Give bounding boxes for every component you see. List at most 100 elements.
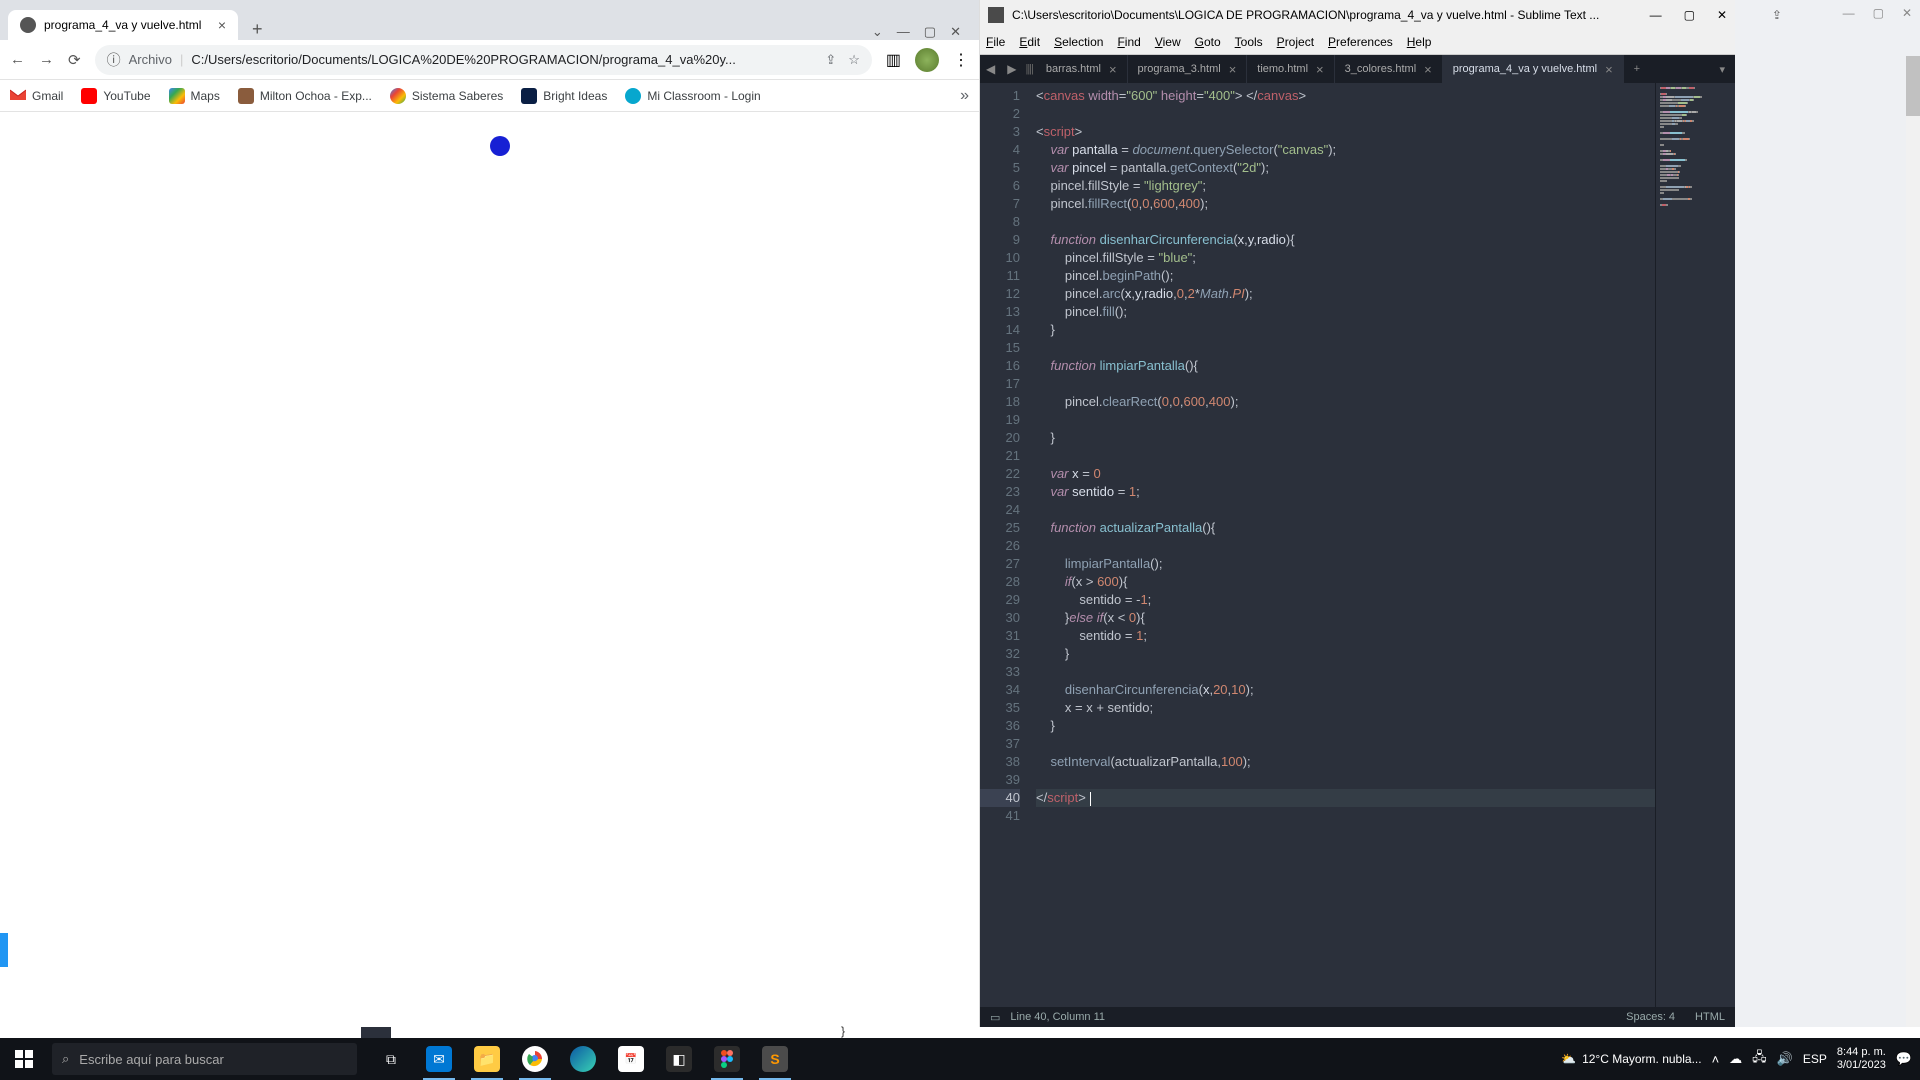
menu-project[interactable]: Project — [1277, 35, 1314, 49]
taskbar-search[interactable]: ⌕ Escribe aquí para buscar — [52, 1043, 357, 1075]
close-icon[interactable]: ✕ — [950, 24, 961, 40]
reload-button[interactable]: ⟳ — [68, 51, 81, 69]
star-icon[interactable]: ☆ — [848, 52, 860, 68]
maximize-icon[interactable]: ▢ — [1873, 6, 1884, 20]
tray-overflow-icon[interactable]: ˄ — [1712, 1052, 1720, 1067]
new-tab-button[interactable]: + — [1624, 63, 1650, 75]
profile-avatar[interactable] — [915, 48, 939, 72]
notifications-icon[interactable]: 💬 — [1896, 1051, 1912, 1067]
bookmarks-overflow-icon[interactable]: » — [960, 87, 969, 105]
start-button[interactable] — [0, 1038, 48, 1080]
sublime-logo-icon — [988, 7, 1004, 23]
tab-close-icon[interactable]: × — [1605, 62, 1613, 77]
status-panel-icon[interactable]: ▭ — [990, 1011, 1000, 1024]
weather-widget[interactable]: ⛅ 12°C Mayorm. nubla... — [1561, 1052, 1701, 1066]
taskbar-sublime[interactable]: S — [751, 1038, 799, 1080]
editor-tab[interactable]: barras.html× — [1036, 55, 1128, 83]
minimize-icon[interactable]: — — [897, 24, 910, 40]
bookmarks-bar: Gmail YouTube Maps Milton Ochoa - Exp...… — [0, 80, 979, 112]
chrome-window: programa_4_va y vuelve.html × + ⌄ — ▢ ✕ … — [0, 0, 980, 1027]
taskbar-explorer[interactable]: 📁 — [463, 1038, 511, 1080]
volume-icon[interactable]: 🔊 — [1777, 1051, 1793, 1067]
tab-nav-fwd-icon[interactable]: ▶ — [1001, 62, 1022, 76]
editor-tab[interactable]: programa_3.html× — [1128, 55, 1248, 83]
back-button[interactable]: ← — [10, 51, 25, 68]
sublime-titlebar: C:\Users\escritorio\Documents\LOGICA DE … — [980, 0, 1735, 30]
editor-tab[interactable]: tiemo.html× — [1247, 55, 1334, 83]
minimap[interactable] — [1655, 83, 1735, 1007]
menu-file[interactable]: File — [986, 35, 1005, 49]
weather-icon: ⛅ — [1561, 1052, 1576, 1066]
sublime-window: C:\Users\escritorio\Documents\LOGICA DE … — [980, 0, 1735, 1027]
new-tab-button[interactable]: + — [246, 19, 269, 40]
tab-nav-back-icon[interactable]: ◀ — [980, 62, 1001, 76]
tab-close-icon[interactable]: × — [1229, 62, 1237, 77]
taskbar-mail[interactable]: ✉ — [415, 1038, 463, 1080]
bookmark-sistema[interactable]: Sistema Saberes — [390, 88, 503, 104]
forward-button[interactable]: → — [39, 51, 54, 68]
bookmark-milton[interactable]: Milton Ochoa - Exp... — [238, 88, 372, 104]
sublime-title: C:\Users\escritorio\Documents\LOGICA DE … — [1012, 8, 1599, 22]
bookmark-youtube[interactable]: YouTube — [81, 88, 150, 104]
scrollbar[interactable] — [1906, 56, 1920, 1027]
menu-view[interactable]: View — [1155, 35, 1181, 49]
menu-goto[interactable]: Goto — [1195, 35, 1221, 49]
close-icon[interactable]: ✕ — [1717, 8, 1727, 22]
chevron-down-icon[interactable]: ⌄ — [872, 24, 883, 40]
tab-close-icon[interactable]: × — [218, 17, 226, 33]
tab-favicon-icon — [20, 17, 36, 33]
menu-help[interactable]: Help — [1407, 35, 1432, 49]
chrome-toolbar: ← → ⟳ ⓘ Archivo | C:/Users/escritorio/Do… — [0, 40, 979, 80]
tab-close-icon[interactable]: × — [1316, 62, 1324, 77]
bookmark-classroom[interactable]: Mi Classroom - Login — [625, 88, 760, 104]
menu-find[interactable]: Find — [1117, 35, 1140, 49]
taskbar-app[interactable]: ◧ — [655, 1038, 703, 1080]
tab-close-icon[interactable]: × — [1424, 62, 1432, 77]
code-area[interactable]: <canvas width="600" height="400"> </canv… — [1028, 83, 1655, 1007]
language-indicator[interactable]: ESP — [1803, 1052, 1827, 1066]
sublime-menubar: File Edit Selection Find View Goto Tools Projec… — [980, 30, 1735, 55]
maximize-icon[interactable]: ▢ — [1684, 8, 1695, 22]
tab-columns-icon[interactable]: |||| — [1022, 63, 1035, 75]
sublime-editor: 1234567891011121314151617181920212223242… — [980, 83, 1735, 1007]
tab-close-icon[interactable]: × — [1109, 62, 1117, 77]
menu-preferences[interactable]: Preferences — [1328, 35, 1393, 49]
onedrive-icon[interactable]: ☁ — [1729, 1051, 1742, 1067]
addr-scheme: Archivo — [129, 52, 172, 67]
address-bar[interactable]: ⓘ Archivo | C:/Users/escritorio/Document… — [95, 45, 872, 75]
taskbar-chrome[interactable] — [511, 1038, 559, 1080]
minimize-icon[interactable]: — — [1650, 8, 1662, 22]
menu-icon[interactable]: ⋮ — [953, 50, 969, 70]
share-icon[interactable]: ⇪ — [825, 52, 836, 68]
menu-edit[interactable]: Edit — [1019, 35, 1040, 49]
editor-tab[interactable]: programa_4_va y vuelve.html× — [1443, 55, 1624, 83]
line-gutter[interactable]: 1234567891011121314151617181920212223242… — [980, 83, 1028, 1007]
background-window: ⇪ ☆ ▥ ⋮ — ▢ ✕ — [1735, 0, 1920, 1027]
taskbar-figma[interactable] — [703, 1038, 751, 1080]
taskbar-calendar[interactable]: 📅 — [607, 1038, 655, 1080]
sublime-tabbar: ◀ ▶ |||| barras.html×programa_3.html×tie… — [980, 55, 1735, 83]
background-editor-strip: } — [361, 1027, 1341, 1038]
editor-tab[interactable]: 3_colores.html× — [1335, 55, 1443, 83]
chrome-tab-active[interactable]: programa_4_va y vuelve.html × — [8, 10, 238, 40]
status-syntax[interactable]: HTML — [1695, 1011, 1725, 1023]
maximize-icon[interactable]: ▢ — [924, 24, 936, 40]
sidepanel-icon[interactable]: ▥ — [886, 50, 901, 70]
close-icon[interactable]: ✕ — [1902, 6, 1912, 20]
menu-selection[interactable]: Selection — [1054, 35, 1103, 49]
bookmark-bright[interactable]: Bright Ideas — [521, 88, 607, 104]
task-view-button[interactable]: ⧉ — [367, 1038, 415, 1080]
bookmark-maps[interactable]: Maps — [169, 88, 220, 104]
menu-tools[interactable]: Tools — [1235, 35, 1263, 49]
status-spaces[interactable]: Spaces: 4 — [1626, 1011, 1675, 1023]
selection-indicator — [0, 933, 8, 967]
network-icon[interactable]: 🖧 — [1752, 1048, 1767, 1070]
taskbar-edge[interactable] — [559, 1038, 607, 1080]
site-info-icon[interactable]: ⓘ — [107, 50, 121, 70]
status-cursor: Line 40, Column 11 — [1010, 1011, 1105, 1023]
clock[interactable]: 8:44 p. m. 3/01/2023 — [1837, 1046, 1886, 1072]
minimize-icon[interactable]: — — [1843, 6, 1855, 20]
scrollbar-thumb[interactable] — [1906, 56, 1920, 116]
bookmark-gmail[interactable]: Gmail — [10, 88, 63, 104]
tab-overflow-icon[interactable]: ▾ — [1709, 63, 1735, 76]
